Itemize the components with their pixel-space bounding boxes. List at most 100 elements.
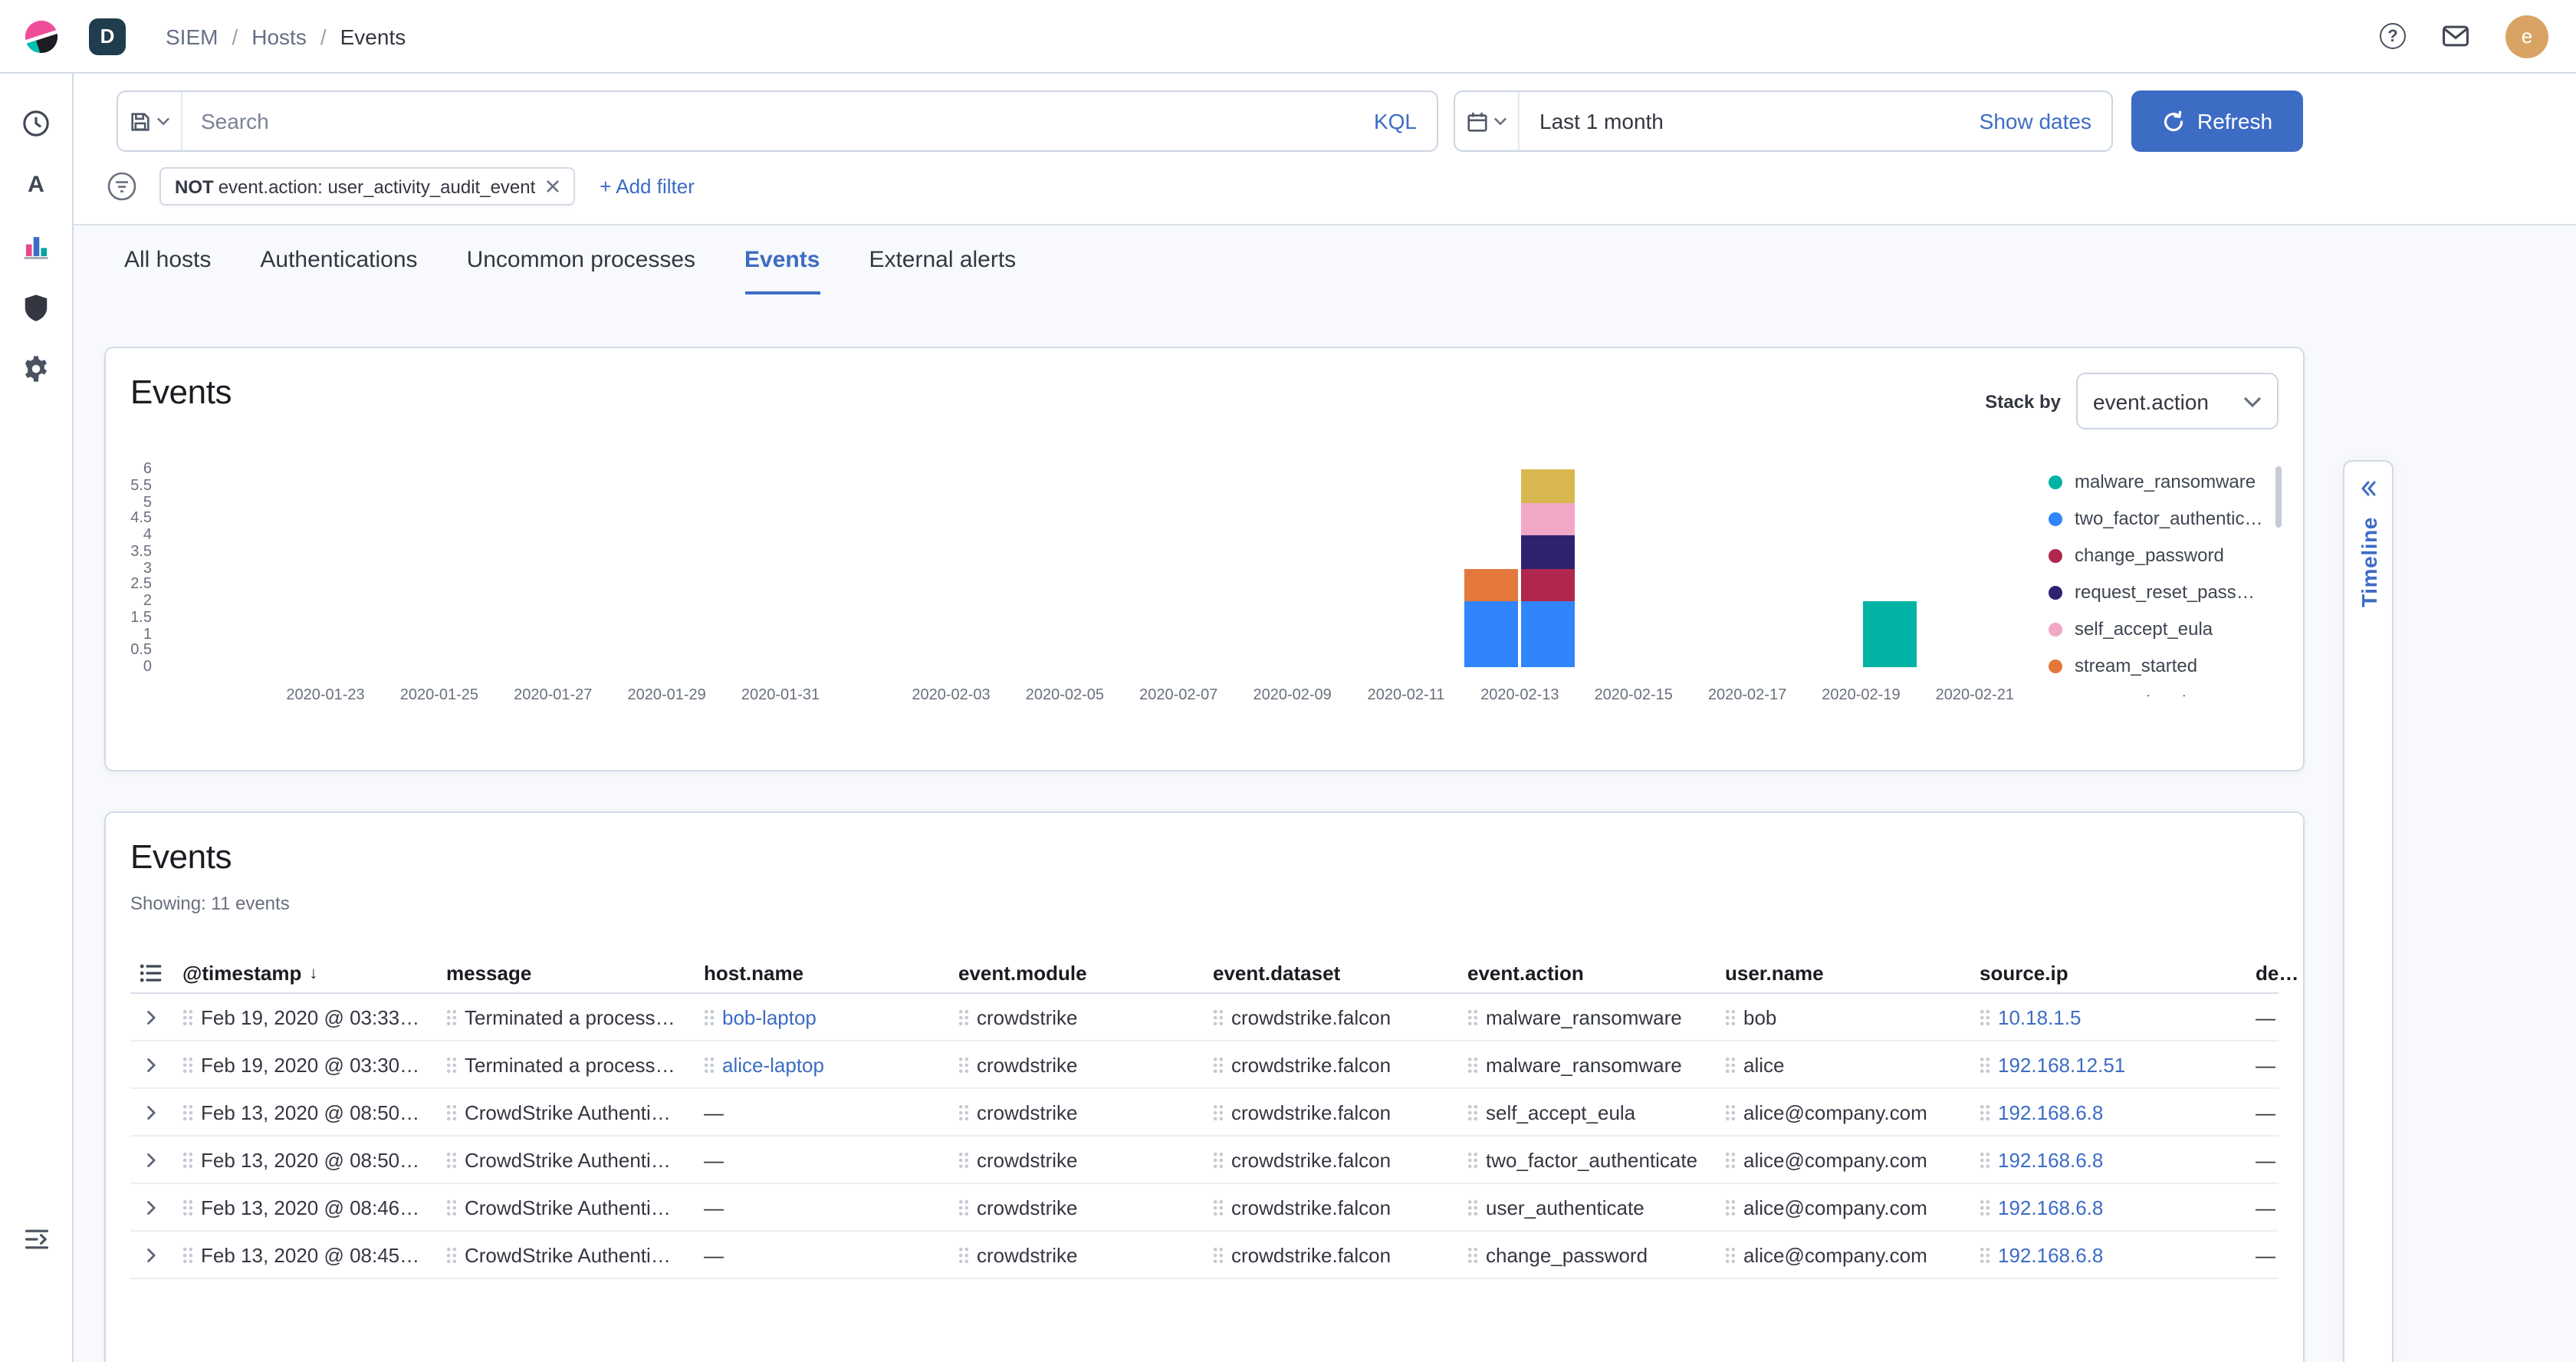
- cell-value-source_ip[interactable]: 192.168.6.8: [1998, 1196, 2103, 1219]
- refresh-button[interactable]: Refresh: [2131, 90, 2303, 152]
- drag-handle-icon[interactable]: [1725, 1199, 1736, 1216]
- cell-value-message[interactable]: CrowdStrike Authentication: [465, 1148, 679, 1171]
- cell-value-user_name[interactable]: alice@company.com: [1743, 1196, 1927, 1219]
- cell-value-user_name[interactable]: alice@company.com: [1743, 1243, 1927, 1266]
- cell-value-user_name[interactable]: alice: [1743, 1053, 1785, 1076]
- drag-handle-icon[interactable]: [1725, 1246, 1736, 1263]
- drag-handle-icon[interactable]: [1213, 1104, 1224, 1120]
- cell-value-event_dataset[interactable]: crowdstrike.falcon: [1231, 1196, 1391, 1219]
- drag-handle-icon[interactable]: [1467, 1199, 1478, 1216]
- cell-value-message[interactable]: CrowdStrike Authentication: [465, 1196, 679, 1219]
- user-avatar[interactable]: e: [2505, 15, 2548, 58]
- nav-recent-clock-icon[interactable]: [12, 98, 61, 147]
- drag-handle-icon[interactable]: [958, 1008, 969, 1025]
- expand-row-button[interactable]: [130, 1199, 170, 1216]
- cell-value-source_ip[interactable]: 192.168.6.8: [1998, 1243, 2103, 1266]
- drag-handle-icon[interactable]: [1213, 1199, 1224, 1216]
- drag-handle-icon[interactable]: [1467, 1246, 1478, 1263]
- drag-handle-icon[interactable]: [958, 1104, 969, 1120]
- cell-value-event_action[interactable]: two_factor_authenticate: [1486, 1148, 1697, 1171]
- drag-handle-icon[interactable]: [1213, 1151, 1224, 1168]
- expand-row-button[interactable]: [130, 1246, 170, 1263]
- legend-item-change_password[interactable]: change_password: [2049, 537, 2272, 574]
- cell-value-event_action[interactable]: malware_ransomware: [1486, 1053, 1682, 1076]
- cell-value-source_ip[interactable]: 10.18.1.5: [1998, 1005, 2081, 1028]
- cell-value-user_name[interactable]: alice@company.com: [1743, 1148, 1927, 1171]
- drag-handle-icon[interactable]: [182, 1056, 193, 1073]
- legend-scrollbar[interactable]: [2275, 466, 2282, 528]
- column-header-event.dataset[interactable]: event.dataset: [1201, 962, 1455, 985]
- cell-value-event_dataset[interactable]: crowdstrike.falcon: [1231, 1005, 1391, 1028]
- chart-bar-2020-02-12[interactable]: [1464, 568, 1518, 667]
- breadcrumb-hosts[interactable]: Hosts: [218, 24, 306, 48]
- space-badge[interactable]: D: [89, 18, 126, 54]
- drag-handle-icon[interactable]: [1213, 1246, 1224, 1263]
- cell-value-event_module[interactable]: crowdstrike: [977, 1053, 1078, 1076]
- legend-item-stream_started[interactable]: stream_started: [2049, 647, 2272, 684]
- drag-handle-icon[interactable]: [446, 1199, 457, 1216]
- drag-handle-icon[interactable]: [182, 1246, 193, 1263]
- chart-bar-2020-02-13[interactable]: [1521, 469, 1575, 667]
- legend-item-two_factor_authenticate[interactable]: two_factor_authenticate: [2049, 500, 2272, 537]
- cell-value-source_ip[interactable]: 192.168.6.8: [1998, 1100, 2103, 1123]
- cell-value-event_dataset[interactable]: crowdstrike.falcon: [1231, 1053, 1391, 1076]
- drag-handle-icon[interactable]: [1725, 1008, 1736, 1025]
- cell-value-event_module[interactable]: crowdstrike: [977, 1196, 1078, 1219]
- drag-handle-icon[interactable]: [1725, 1151, 1736, 1168]
- column-header-@timestamp[interactable]: @timestamp↓: [170, 962, 434, 985]
- timeline-flyout-button[interactable]: Timeline: [2343, 460, 2394, 1362]
- column-header-destination.ip[interactable]: destination.ip: [2243, 962, 2305, 985]
- cell-value-event_action[interactable]: change_password: [1486, 1243, 1648, 1266]
- cell-value-event_action[interactable]: malware_ransomware: [1486, 1005, 1682, 1028]
- drag-handle-icon[interactable]: [958, 1246, 969, 1263]
- drag-handle-icon[interactable]: [1980, 1008, 1990, 1025]
- filter-options-icon[interactable]: [107, 172, 136, 201]
- cell-value-event_dataset[interactable]: crowdstrike.falcon: [1231, 1243, 1391, 1266]
- drag-handle-icon[interactable]: [958, 1151, 969, 1168]
- drag-handle-icon[interactable]: [182, 1151, 193, 1168]
- cell-value-timestamp[interactable]: Feb 13, 2020 @ 08:45:20.236: [201, 1243, 422, 1266]
- drag-handle-icon[interactable]: [704, 1056, 715, 1073]
- cell-value-host_name[interactable]: alice-laptop: [722, 1053, 824, 1076]
- cell-value-event_dataset[interactable]: crowdstrike.falcon: [1231, 1148, 1391, 1171]
- tab-uncommon-processes[interactable]: Uncommon processes: [467, 247, 695, 294]
- cell-value-host_name[interactable]: bob-laptop: [722, 1005, 816, 1028]
- cell-value-message[interactable]: Terminated a process relate...: [465, 1053, 679, 1076]
- drag-handle-icon[interactable]: [1213, 1008, 1224, 1025]
- legend-item-self_accept_eula[interactable]: self_accept_eula: [2049, 610, 2272, 647]
- column-header-message[interactable]: message: [434, 962, 692, 985]
- drag-handle-icon[interactable]: [182, 1104, 193, 1120]
- drag-handle-icon[interactable]: [1725, 1056, 1736, 1073]
- drag-handle-icon[interactable]: [182, 1199, 193, 1216]
- nav-siem-shield-icon[interactable]: [12, 282, 61, 331]
- view-selector-icon[interactable]: [130, 963, 170, 983]
- cell-value-user_name[interactable]: bob: [1743, 1005, 1776, 1028]
- elastic-logo-icon[interactable]: [21, 16, 61, 56]
- drag-handle-icon[interactable]: [1725, 1104, 1736, 1120]
- drag-handle-icon[interactable]: [1980, 1151, 1990, 1168]
- date-picker-menu-button[interactable]: [1455, 92, 1520, 150]
- help-icon[interactable]: ?: [2380, 23, 2406, 49]
- add-filter-button[interactable]: + Add filter: [600, 175, 695, 198]
- cell-value-timestamp[interactable]: Feb 19, 2020 @ 03:33:20.000: [201, 1005, 422, 1028]
- cell-value-event_module[interactable]: crowdstrike: [977, 1100, 1078, 1123]
- kql-language-button[interactable]: KQL: [1354, 109, 1437, 133]
- drag-handle-icon[interactable]: [446, 1008, 457, 1025]
- column-header-source.ip[interactable]: source.ip: [1967, 962, 2243, 985]
- column-header-user.name[interactable]: user.name: [1713, 962, 1967, 985]
- drag-handle-icon[interactable]: [704, 1008, 715, 1025]
- drag-handle-icon[interactable]: [1467, 1151, 1478, 1168]
- collapse-menu-icon[interactable]: [12, 1215, 61, 1264]
- expand-row-button[interactable]: [130, 1056, 170, 1073]
- drag-handle-icon[interactable]: [1980, 1104, 1990, 1120]
- cell-value-user_name[interactable]: alice@company.com: [1743, 1100, 1927, 1123]
- newsfeed-mail-icon[interactable]: [2441, 21, 2470, 51]
- legend-item-user_authenticate[interactable]: user_authenticate: [2049, 684, 2272, 696]
- drag-handle-icon[interactable]: [446, 1151, 457, 1168]
- nav-app-a-icon[interactable]: A: [12, 160, 61, 209]
- column-header-host.name[interactable]: host.name: [692, 962, 946, 985]
- filter-pill[interactable]: NOTevent.action: user_activity_audit_eve…: [159, 167, 575, 206]
- saved-query-menu-button[interactable]: [118, 92, 182, 150]
- cell-value-event_module[interactable]: crowdstrike: [977, 1005, 1078, 1028]
- cell-value-message[interactable]: CrowdStrike Authentication: [465, 1243, 679, 1266]
